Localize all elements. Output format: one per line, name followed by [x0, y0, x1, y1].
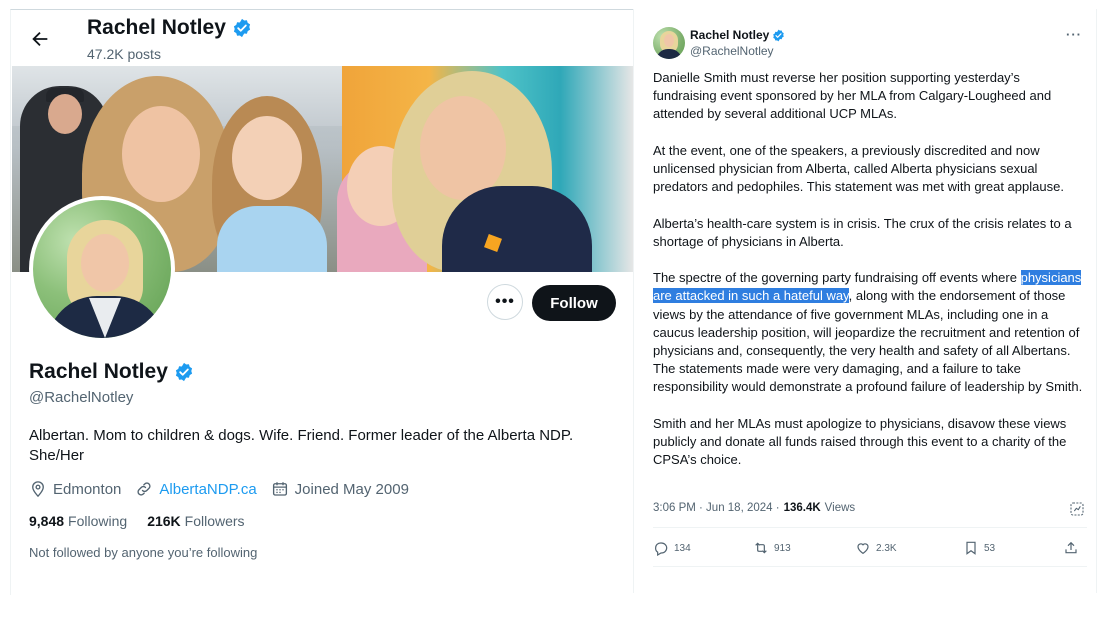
share-button[interactable] — [1063, 540, 1079, 556]
repost-count: 913 — [774, 542, 791, 554]
profile-avatar[interactable] — [29, 196, 175, 342]
analytics-icon[interactable] — [1069, 501, 1085, 517]
tweet-time-text[interactable]: 3:06 PM · Jun 18, 2024 · — [653, 502, 780, 514]
back-arrow-icon[interactable] — [29, 28, 51, 50]
following-link[interactable]: 9,848 Following — [29, 513, 127, 529]
verified-badge-icon — [175, 362, 192, 382]
following-label: Following — [68, 513, 128, 529]
location-text: Edmonton — [53, 480, 122, 498]
bookmark-count: 53 — [984, 542, 996, 554]
website-link[interactable]: AlbertaNDP.ca — [159, 481, 256, 498]
calendar-icon — [272, 482, 287, 496]
heart-icon — [857, 543, 869, 555]
joined-text: Joined May 2009 — [294, 480, 409, 498]
profile-handle: @RachelNotley — [29, 389, 134, 406]
profile-stats: 9,848 Following 216K Followers — [29, 513, 245, 529]
tweet-author-avatar[interactable] — [653, 27, 685, 59]
followers-label: Followers — [184, 513, 245, 529]
profile-panel: Rachel Notley 47.2K posts ••• Follow Rac… — [10, 9, 633, 595]
link-icon — [137, 482, 151, 496]
header-name-text: Rachel Notley — [87, 16, 226, 39]
profile-bio: Albertan. Mom to children & dogs. Wife. … — [29, 427, 574, 464]
divider — [653, 527, 1087, 528]
verified-badge-icon — [233, 18, 250, 38]
tweet-p4-after: , along with the endorsement of those vi… — [653, 288, 1083, 395]
reply-count: 134 — [674, 542, 691, 554]
header-name: Rachel Notley — [87, 16, 252, 40]
tweet-actions: 134 913 2.3K 53 — [653, 536, 1087, 560]
location-pin-icon — [32, 481, 44, 498]
verified-badge-icon — [773, 29, 785, 41]
tweet-panel: Rachel Notley @RachelNotley ··· Danielle… — [633, 9, 1097, 593]
following-count: 9,848 — [29, 513, 65, 529]
tweet-paragraph-3: Alberta’s health-care system is in crisi… — [653, 215, 1072, 249]
tweet-paragraph-4: The spectre of the governing party fundr… — [653, 269, 1087, 396]
tweet-author-name[interactable]: Rachel Notley — [690, 28, 785, 42]
repost-button[interactable]: 913 — [753, 540, 855, 556]
divider — [653, 566, 1087, 567]
reply-icon — [655, 542, 668, 556]
views-count: 136.4K — [783, 502, 821, 514]
bookmark-icon — [966, 541, 976, 555]
tweet-p4-before: The spectre of the governing party fundr… — [653, 270, 1021, 286]
like-count: 2.3K — [876, 542, 897, 554]
website-item: AlbertaNDP.ca — [135, 480, 257, 498]
profile-name: Rachel Notley — [29, 360, 194, 384]
tweet-paragraph-5: Smith and her MLAs must apologize to phy… — [653, 415, 1067, 468]
repost-icon — [755, 542, 767, 554]
followers-count: 216K — [147, 513, 181, 529]
post-count: 47.2K posts — [87, 46, 161, 62]
not-followed-note: Not followed by anyone you’re following — [29, 545, 258, 560]
tweet-text: Danielle Smith must reverse her position… — [653, 69, 1087, 488]
more-options-button[interactable]: ••• — [487, 284, 523, 320]
profile-header: Rachel Notley 47.2K posts — [11, 10, 633, 66]
tweet-paragraph-1: Danielle Smith must reverse her position… — [653, 70, 1052, 122]
joined-item: Joined May 2009 — [271, 480, 409, 498]
views-label: Views — [824, 502, 856, 514]
tweet-timestamp: 3:06 PM · Jun 18, 2024 · 136.4K Views — [653, 502, 855, 514]
share-icon — [1065, 541, 1077, 554]
bookmark-button[interactable]: 53 — [963, 540, 1063, 556]
tweet-paragraph-2: At the event, one of the speakers, a pre… — [653, 142, 1064, 195]
tweet-author-name-text: Rachel Notley — [690, 28, 770, 42]
follow-button[interactable]: Follow — [532, 285, 616, 321]
location-item: Edmonton — [29, 480, 121, 498]
profile-name-text: Rachel Notley — [29, 360, 168, 383]
tweet-author-handle[interactable]: @RachelNotley — [690, 44, 774, 58]
followers-link[interactable]: 216K Followers — [147, 513, 244, 529]
profile-meta: Edmonton AlbertaNDP.ca Joined May 2009 — [29, 480, 423, 498]
reply-button[interactable]: 134 — [653, 540, 753, 556]
tweet-more-icon[interactable]: ··· — [1066, 27, 1082, 42]
like-button[interactable]: 2.3K — [855, 540, 963, 556]
